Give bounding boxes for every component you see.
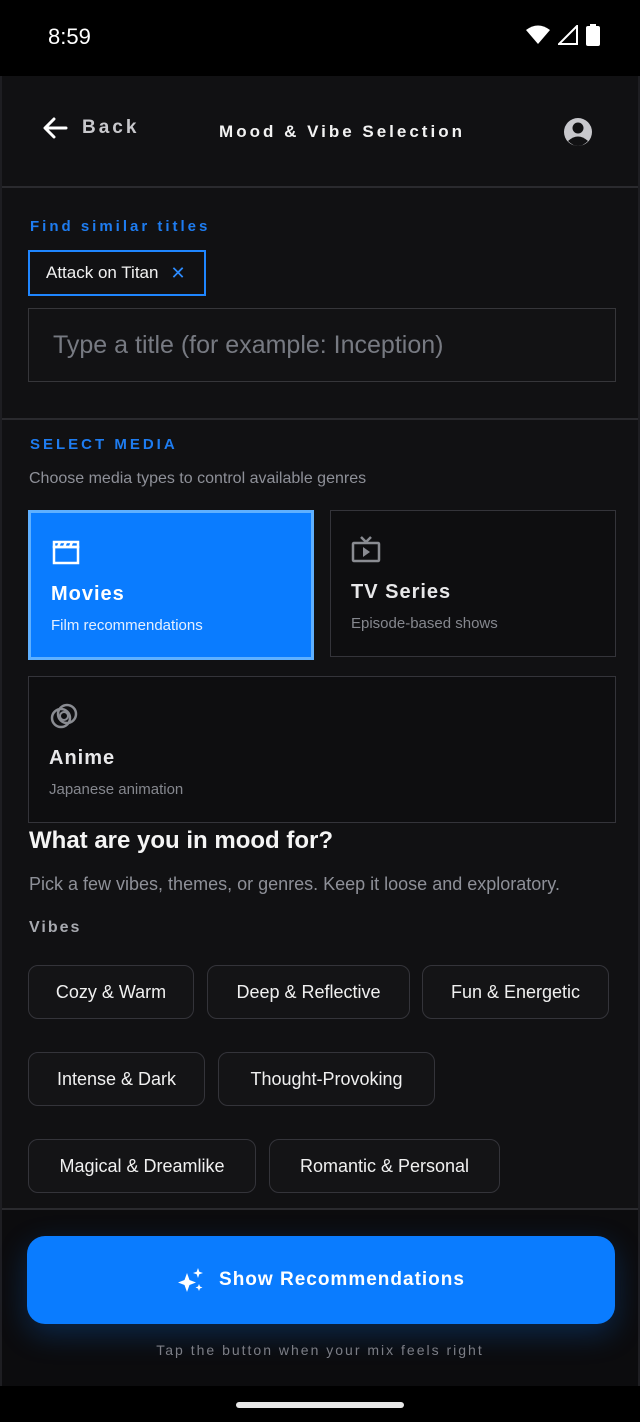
status-bar: 8:59	[0, 0, 640, 76]
vibe-chip[interactable]: Romantic & Personal	[269, 1139, 500, 1193]
status-icons	[526, 24, 600, 46]
vibe-chip[interactable]: Thought-Provoking	[218, 1052, 435, 1106]
similar-titles-label: Find similar titles	[30, 218, 211, 235]
media-title: Anime	[49, 747, 116, 769]
app-screen: Back Mood & Vibe Selection Find similar …	[0, 76, 640, 1386]
vibe-chip[interactable]: Magical & Dreamlike	[28, 1139, 256, 1193]
vibe-chip[interactable]: Fun & Energetic	[422, 965, 609, 1019]
media-option-movies[interactable]: Movies Film recommendations	[28, 510, 314, 660]
media-desc: Episode-based shows	[351, 615, 498, 632]
wifi-icon	[526, 25, 550, 44]
cellular-signal-icon	[558, 25, 578, 45]
system-nav-bar	[0, 1386, 640, 1422]
top-app-bar: Back Mood & Vibe Selection	[2, 76, 638, 188]
title-search-input[interactable]	[28, 308, 616, 382]
vibe-chip[interactable]: Cozy & Warm	[28, 965, 194, 1019]
remove-title-icon[interactable]: ✕	[170, 263, 185, 284]
select-media-subtitle: Choose media types to control available …	[29, 470, 367, 487]
vibe-chip[interactable]: Deep & Reflective	[207, 965, 410, 1019]
tv-icon	[351, 536, 381, 563]
media-title: Movies	[51, 583, 125, 605]
status-time: 8:59	[48, 24, 91, 49]
footer-hint: Tap the button when your mix feels right	[156, 1342, 484, 1358]
footer-bar: Show Recommendations Tap the button when…	[2, 1208, 638, 1386]
mood-title: What are you in mood for?	[29, 827, 333, 854]
media-title: TV Series	[351, 581, 452, 603]
vibe-chip[interactable]: Intense & Dark	[28, 1052, 205, 1106]
battery-icon	[586, 24, 600, 46]
page-title: Mood & Vibe Selection	[219, 122, 465, 141]
selected-title-chip[interactable]: Attack on Titan ✕	[28, 250, 206, 296]
selected-title-text: Attack on Titan	[46, 263, 159, 282]
vibes-label: Vibes	[29, 919, 82, 936]
media-option-tv-series[interactable]: TV Series Episode-based shows	[330, 510, 616, 657]
media-desc: Japanese animation	[49, 781, 184, 798]
media-desc: Film recommendations	[51, 617, 203, 634]
media-option-anime[interactable]: Anime Japanese animation	[28, 676, 616, 823]
account-avatar-icon[interactable]	[562, 116, 594, 148]
show-recommendations-button[interactable]: Show Recommendations	[27, 1236, 615, 1324]
mood-subtitle: Pick a few vibes, themes, or genres. Kee…	[29, 874, 560, 894]
rings-icon	[50, 703, 78, 729]
sparkles-icon	[178, 1268, 204, 1292]
select-media-label: SELECT MEDIA	[30, 436, 178, 453]
show-recommendations-label: Show Recommendations	[219, 1269, 465, 1290]
home-gesture-handle[interactable]	[236, 1402, 404, 1408]
similar-titles-section: Find similar titles Attack on Titan ✕	[2, 188, 638, 420]
clapperboard-icon	[52, 540, 80, 565]
